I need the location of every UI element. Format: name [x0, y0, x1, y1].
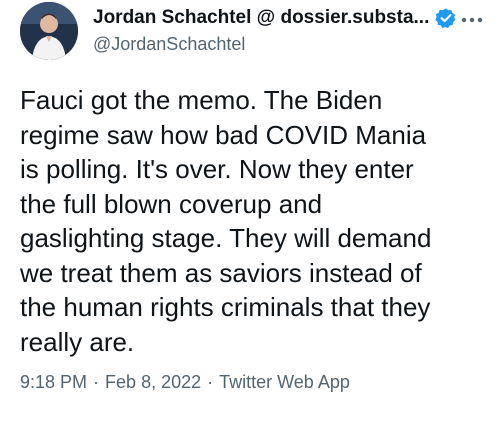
meta-separator: ·: [93, 372, 100, 392]
author-handle[interactable]: @JordanSchachtel: [93, 34, 245, 55]
tweet-source[interactable]: Twitter Web App: [219, 372, 350, 393]
avatar-image: [20, 2, 78, 60]
tweet-date[interactable]: Feb 8, 2022: [105, 372, 201, 393]
more-options-button[interactable]: [456, 8, 488, 32]
tweet-time[interactable]: 9:18 PM: [20, 372, 87, 393]
verified-badge-icon: [435, 7, 457, 29]
tweet-text: Fauci got the memo. The Biden regime saw…: [20, 85, 432, 357]
more-options-icon: [461, 17, 483, 23]
meta-separator: ·: [207, 372, 214, 392]
tweet-card: Jordan Schachtel @ dossier.substa... @Jo…: [0, 0, 500, 426]
author-name-row: Jordan Schachtel @ dossier.substa...: [93, 4, 457, 32]
author-display-name[interactable]: Jordan Schachtel @ dossier.substa...: [93, 7, 429, 29]
author-avatar[interactable]: [20, 2, 78, 60]
tweet-metadata: 9:18 PM · Feb 8, 2022 · Twitter Web App: [20, 372, 350, 393]
